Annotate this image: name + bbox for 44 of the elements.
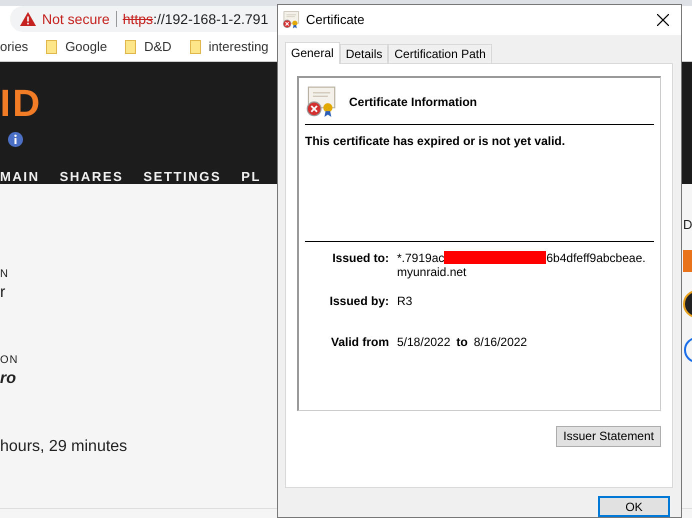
security-label[interactable]: Not secure [42, 11, 110, 28]
app-icon [683, 336, 692, 364]
issuer-statement-button[interactable]: Issuer Statement [556, 426, 661, 447]
logo-text: ID [0, 84, 42, 124]
ok-button[interactable]: OK [598, 496, 670, 517]
tab[interactable]: General [285, 42, 340, 64]
nav-item[interactable]: PL [241, 168, 262, 184]
url-text: https://192-168-1-2.791 [122, 11, 268, 28]
field-value: ro [0, 370, 16, 388]
bookmark-item[interactable]: D&D [125, 39, 172, 54]
tab[interactable]: Certification Path [388, 44, 492, 63]
field-label: N [0, 268, 9, 280]
field-value: r [0, 284, 6, 302]
field-value: 8/16/2022 [474, 334, 528, 349]
field-label: Issued by: [328, 294, 390, 308]
nav-item[interactable]: SETTINGS [143, 168, 222, 184]
app-icon [683, 290, 692, 318]
bookmark-item[interactable]: interesting [190, 39, 269, 54]
field-value: 5/18/2022 [397, 334, 450, 349]
folder-icon [46, 40, 58, 54]
status-message: This certificate has expired or is not yet valid. [305, 134, 654, 242]
field-label: Issued to: [331, 250, 390, 267]
field-label: Valid from [330, 334, 390, 349]
field-value: 6b4dfeff9abcbeae. [546, 250, 646, 265]
section-title: D [683, 217, 692, 232]
tab[interactable]: Details [340, 44, 388, 63]
field-value: *.7919ac [397, 250, 444, 265]
bookmark-item[interactable]: ories [0, 39, 28, 54]
folder-icon [190, 40, 201, 54]
folder-icon [125, 40, 136, 54]
window-title: Certificate [306, 12, 366, 28]
certificate-icon [282, 10, 300, 29]
nav-item[interactable]: SHARES [60, 168, 124, 184]
nav-item[interactable]: MAIN [0, 168, 40, 184]
field-value: R3 [397, 294, 414, 308]
certificate-icon [305, 86, 337, 118]
field-value: myunraid.net [397, 264, 468, 279]
bookmark-item[interactable]: Google [46, 39, 108, 54]
field-label: to [456, 334, 468, 349]
field-value: hours, 29 minutes [0, 438, 128, 456]
field-label: ON [0, 354, 18, 366]
section-heading: Certificate Information [349, 94, 478, 109]
warning-icon [20, 12, 36, 26]
info-icon[interactable] [8, 132, 23, 147]
